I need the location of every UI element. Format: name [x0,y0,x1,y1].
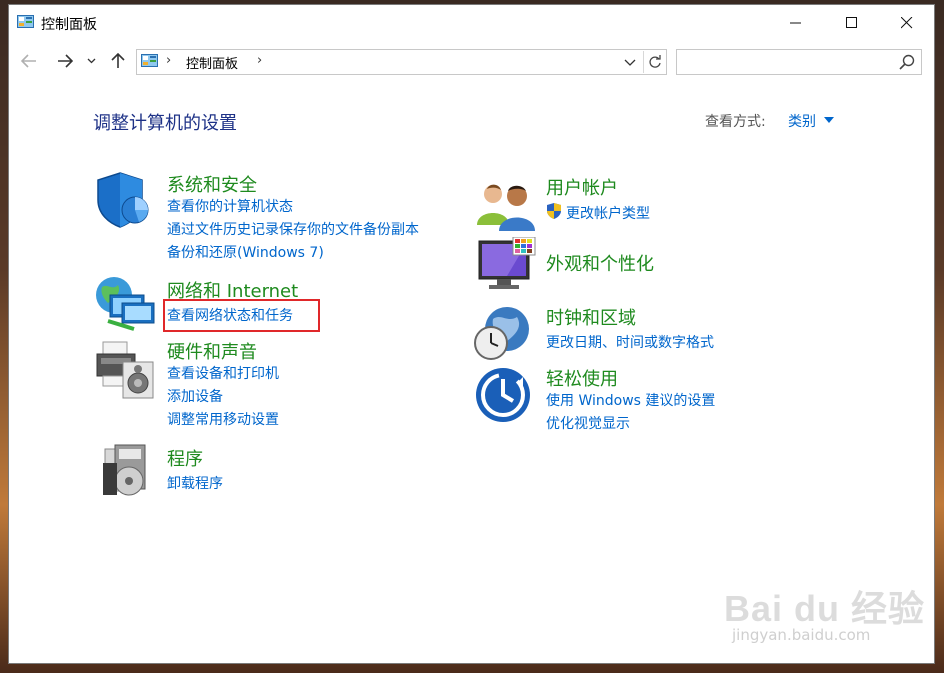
ease-of-access-icon [476,368,530,422]
baidu-watermark: Bai du 经验 jingyan.baidu.com [724,580,926,644]
category-system-security[interactable]: 系统和安全 [167,171,257,197]
search-icon [899,54,915,70]
link-uninstall-program[interactable]: 卸载程序 [167,473,223,493]
view-by-label: 查看方式: [705,114,766,130]
refresh-icon [649,55,661,68]
link-backup-restore[interactable]: 备份和还原(Windows 7) [167,242,324,262]
clock-globe-icon [474,307,529,360]
link-add-device[interactable]: 添加设备 [167,386,223,406]
close-button[interactable] [884,5,930,41]
shield-icon [97,172,149,228]
address-bar[interactable]: › 控制面板 › [136,49,667,75]
maximize-icon [846,17,857,28]
printer-speaker-icon [96,341,154,399]
highlight-box [163,299,320,332]
breadcrumb-control-panel[interactable]: 控制面板 [186,53,238,72]
watermark-brand: Bai du 经验 [724,588,926,629]
uac-shield-icon [547,203,561,219]
minimize-icon [790,22,801,24]
recent-locations-button[interactable] [85,51,97,71]
watermark-url: jingyan.baidu.com [732,626,871,644]
category-user-accounts[interactable]: 用户帐户 [546,174,618,200]
title-bar: 控制面板 [9,5,934,41]
breadcrumb-separator[interactable]: › [257,53,262,68]
appearance-monitor-icon [478,237,536,289]
maximize-button[interactable] [829,5,875,41]
control-panel-icon [17,15,34,28]
back-arrow-icon [21,54,36,68]
category-programs[interactable]: 程序 [167,445,203,471]
link-optimize-visual-display[interactable]: 优化视觉显示 [546,413,630,433]
link-file-history-backup[interactable]: 通过文件历史记录保存你的文件备份副本 [167,219,419,239]
link-recommended-settings[interactable]: 使用 Windows 建议的设置 [546,390,715,410]
chevron-down-icon [87,58,95,64]
category-appearance-personalization[interactable]: 外观和个性化 [546,250,654,276]
user-accounts-icon [477,184,535,231]
network-globe-icon [96,277,155,331]
address-history-button[interactable] [621,53,639,71]
close-icon [901,17,913,29]
dropdown-arrow-icon[interactable] [824,117,834,123]
link-devices-printers[interactable]: 查看设备和打印机 [167,363,279,383]
link-view-computer-status[interactable]: 查看你的计算机状态 [167,196,293,216]
forward-arrow-icon [58,54,73,68]
chevron-down-icon [624,59,636,66]
link-change-account-type[interactable]: 更改帐户类型 [566,203,650,223]
link-mobility-settings[interactable]: 调整常用移动设置 [167,409,279,429]
category-clock-region[interactable]: 时钟和区域 [546,304,636,330]
back-button[interactable] [19,51,39,71]
control-panel-window: 控制面板 › 控制面板 › 调整计算机的设置 查看方式: 类别 系统和安全 查看… [8,4,935,664]
up-button[interactable] [108,51,128,71]
page-title: 调整计算机的设置 [93,113,237,134]
view-by-dropdown[interactable]: 类别 [788,111,816,131]
forward-button[interactable] [55,51,75,71]
link-change-date-time-format[interactable]: 更改日期、时间或数字格式 [546,332,714,352]
category-ease-of-access[interactable]: 轻松使用 [546,365,618,391]
minimize-button[interactable] [773,5,819,41]
navigation-bar: › 控制面板 › [9,41,934,83]
search-input[interactable] [676,49,922,75]
category-hardware-sound[interactable]: 硬件和声音 [167,338,257,364]
breadcrumb-separator[interactable]: › [166,53,171,68]
refresh-button[interactable] [643,51,666,73]
up-arrow-icon [111,53,125,68]
programs-icon [103,444,146,496]
window-title: 控制面板 [41,17,97,33]
control-panel-icon [141,54,158,67]
